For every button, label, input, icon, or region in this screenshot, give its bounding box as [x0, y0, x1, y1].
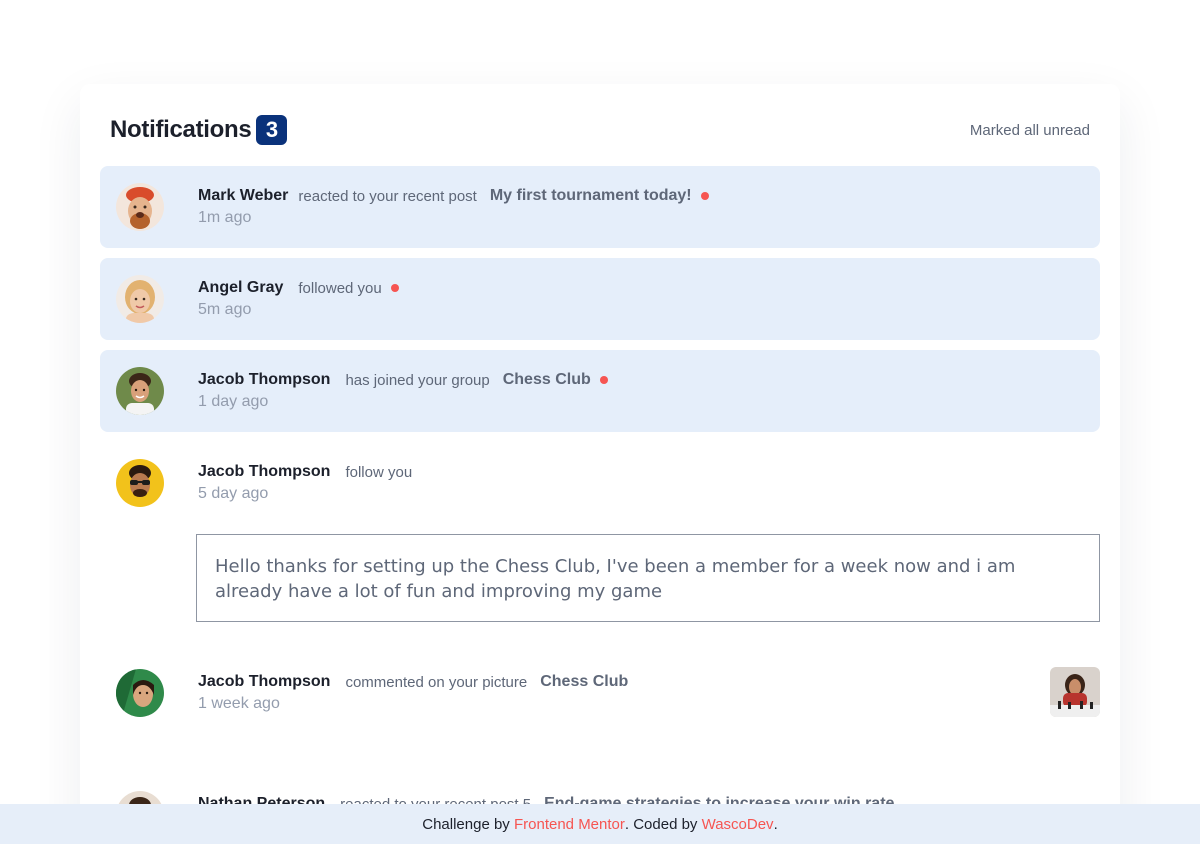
user-name-link[interactable]: Angel Gray: [198, 279, 283, 297]
user-name-link[interactable]: Mark Weber: [198, 187, 288, 205]
notification-line: Jacob Thompson has joined your group Che…: [198, 371, 608, 389]
footer-suffix: .: [773, 815, 778, 833]
avatar-mark-weber-icon: [116, 183, 164, 231]
notification-time: 1 day ago: [198, 393, 269, 410]
title-wrap: Notifications 3: [110, 115, 288, 145]
unread-dot: [599, 376, 608, 384]
notification-item[interactable]: Angel Gray followed you 5m ago: [100, 258, 1100, 340]
notification-line: Jacob Thompson follow you: [198, 463, 412, 481]
avatar[interactable]: [116, 367, 164, 415]
private-message[interactable]: Hello thanks for setting up the Chess Cl…: [196, 534, 1100, 622]
avatar[interactable]: [116, 275, 164, 323]
chess-picture-icon: [1050, 667, 1100, 717]
notification-action: commented on your picture: [345, 673, 528, 691]
attribution-footer: Challenge by Frontend Mentor . Coded by …: [0, 804, 1200, 844]
frontend-mentor-link[interactable]: Frontend Mentor: [514, 816, 625, 833]
user-name-link[interactable]: Jacob Thompson: [198, 371, 330, 389]
notification-item[interactable]: Jacob Thompson follow you 5 day ago: [100, 442, 1100, 524]
avatar-jacob-thompson-yellow-icon: [116, 459, 164, 507]
group-link[interactable]: Chess Club: [503, 371, 591, 389]
avatar[interactable]: [116, 669, 164, 717]
notification-action: followed you: [298, 279, 382, 297]
avatar[interactable]: [116, 459, 164, 507]
notification-line: Angel Gray followed you: [198, 279, 399, 297]
post-link[interactable]: My first tournament today!: [490, 187, 692, 205]
mark-all-read-button[interactable]: Marked all unread: [970, 122, 1090, 139]
notification-time: 1 week ago: [198, 695, 280, 712]
avatar[interactable]: [116, 183, 164, 231]
notification-time: 1m ago: [198, 209, 252, 226]
notification-action: has joined your group: [345, 371, 490, 389]
notification-line: Jacob Thompson commented on your picture…: [198, 673, 628, 691]
notification-action: reacted to your recent post: [298, 187, 477, 205]
unread-count-badge: 3: [256, 115, 288, 145]
notification-item[interactable]: Jacob Thompson has joined your group Che…: [100, 350, 1100, 432]
notification-line: Mark Weber reacted to your recent post M…: [198, 187, 709, 205]
notifications-header: Notifications 3 Marked all unread: [110, 114, 1090, 146]
avatar-jacob-thompson-green-icon: [116, 669, 164, 717]
user-name-link[interactable]: Jacob Thompson: [198, 463, 330, 481]
avatar-angel-gray-icon: [116, 275, 164, 323]
notification-time: 5m ago: [198, 301, 252, 318]
picture-link[interactable]: Chess Club: [540, 673, 628, 691]
avatar-jacob-thompson-icon: [116, 367, 164, 415]
notification-time: 5 day ago: [198, 485, 269, 502]
user-name-link[interactable]: Jacob Thompson: [198, 673, 330, 691]
unread-dot: [700, 192, 709, 200]
footer-prefix: Challenge by: [422, 815, 514, 833]
unread-dot: [390, 284, 399, 292]
notification-item[interactable]: Jacob Thompson commented on your picture…: [100, 652, 1100, 734]
commented-picture-thumbnail[interactable]: [1050, 667, 1100, 717]
page-title: Notifications: [110, 116, 252, 143]
notification-item[interactable]: Mark Weber reacted to your recent post M…: [100, 166, 1100, 248]
author-link[interactable]: WascoDev: [702, 816, 774, 833]
footer-middle: . Coded by: [624, 815, 702, 833]
notification-action: follow you: [345, 463, 413, 481]
notifications-card: Notifications 3 Marked all unread Mark W…: [80, 84, 1120, 844]
